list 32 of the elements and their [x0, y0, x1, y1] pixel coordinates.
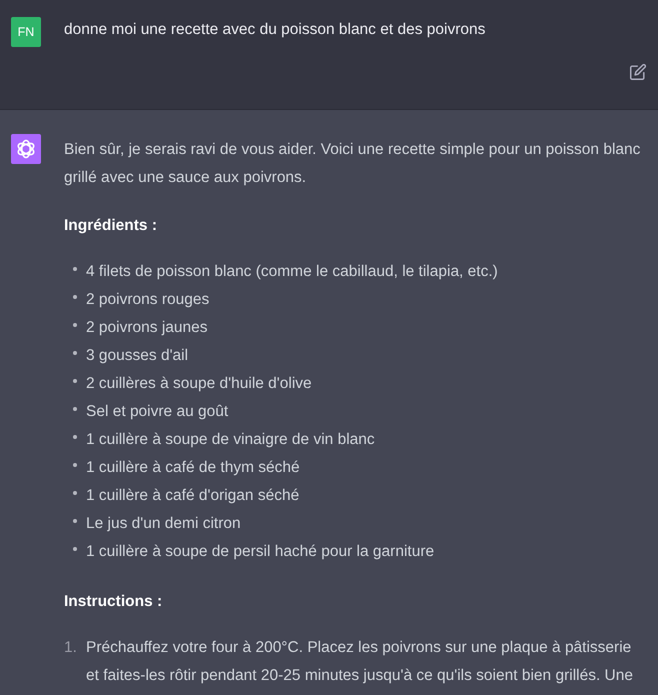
- bullet-icon: [73, 519, 77, 523]
- step-text: Préchauffez votre four à 200°C. Placez les poivrons sur une plaque à pâtisserie et faites-les rôtir pendant 20-25 minutes jusqu'à ce qu'ils soient bien grillés. Une: [86, 638, 634, 686]
- bullet-icon: [73, 547, 77, 551]
- knot-logo-icon: [11, 134, 41, 164]
- edit-button[interactable]: [630, 64, 646, 80]
- ingredient-item: 2 poivrons jaunes: [86, 318, 208, 338]
- edit-icon: [630, 64, 646, 80]
- bullet-icon: [73, 267, 77, 271]
- user-avatar: FN: [11, 17, 41, 47]
- bullet-icon: [73, 491, 77, 495]
- user-message: donne moi une recette avec du poisson blanc et des poivrons: [64, 20, 486, 40]
- bullet-icon: [73, 379, 77, 383]
- ingredient-item: Sel et poivre au goût: [86, 402, 230, 422]
- section-heading: Instructions :: [64, 592, 164, 612]
- bullet-icon: [73, 435, 77, 439]
- bullet-icon: [73, 323, 77, 327]
- ingredient-item: 1 cuillère à café de thym séché: [86, 458, 301, 478]
- bullet-icon: [73, 463, 77, 467]
- section-heading: Ingrédients :: [64, 216, 158, 236]
- step-number: 1.: [64, 638, 78, 658]
- ingredient-item: 2 poivrons rouges: [86, 290, 210, 310]
- ingredient-item: 2 cuillères à soupe d'huile d'olive: [86, 374, 313, 394]
- ingredient-item: 1 cuillère à soupe de persil haché pour la garniture: [86, 542, 436, 562]
- message-paragraph: Bien sûr, je serais ravi de vous aider. Voici une recette simple pour un poisson blanc grillé avec une sauce aux poivrons.: [64, 140, 642, 188]
- ingredient-item: 1 cuillère à soupe de vinaigre de vin blanc: [86, 430, 376, 450]
- ingredient-item: 4 filets de poisson blanc (comme le cabillaud, le tilapia, etc.): [86, 262, 499, 282]
- bullet-icon: [73, 295, 77, 299]
- bullet-icon: [73, 407, 77, 411]
- ingredient-item: 1 cuillère à café d'origan séché: [86, 486, 300, 506]
- ingredient-item: 3 gousses d'ail: [86, 346, 190, 366]
- bullet-icon: [73, 351, 77, 355]
- ingredient-item: Le jus d'un demi citron: [86, 514, 242, 534]
